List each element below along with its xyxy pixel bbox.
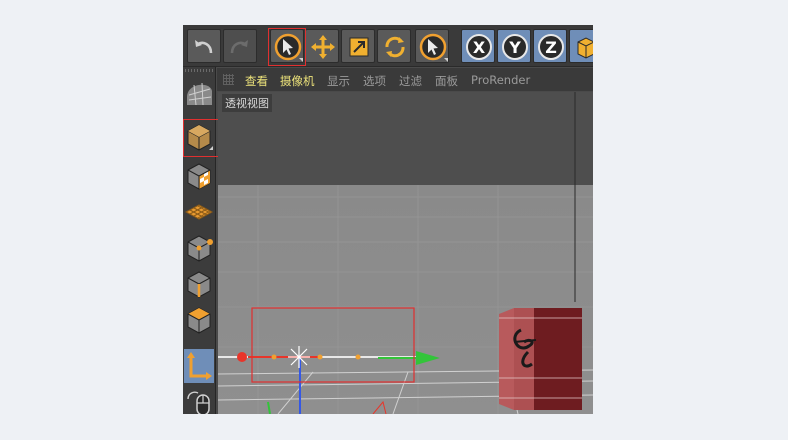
polygons-cube-icon (187, 307, 211, 334)
checker-cube-icon (187, 163, 211, 190)
red-handle[interactable] (237, 352, 247, 362)
wine-cabinet-object[interactable] (499, 308, 582, 410)
y-axis-label: Y (508, 38, 521, 57)
viewport-scene (218, 92, 593, 414)
polygons-mode-button[interactable] (184, 303, 214, 337)
spline-point[interactable] (271, 354, 277, 360)
x-axis-icon: X (466, 34, 492, 60)
menu-display[interactable]: 显示 (327, 73, 350, 89)
far-wall (218, 92, 593, 185)
z-axis-icon: Z (538, 34, 564, 60)
perspective-viewport[interactable]: 透视视图 (218, 92, 593, 414)
mesh-sphere-icon (187, 82, 212, 106)
recent-tool-button[interactable] (415, 29, 449, 63)
ground-axis-red (372, 400, 387, 414)
z-axis-label: Z (545, 38, 557, 57)
axis-corner-icon (187, 352, 212, 380)
selection-highlight-frame (268, 28, 306, 66)
viewport-selection-box (251, 307, 415, 383)
menu-prorender[interactable]: ProRender (471, 73, 530, 87)
points-mode-button[interactable] (184, 231, 214, 265)
scale-box-icon (349, 37, 369, 57)
scale-button[interactable] (341, 29, 375, 63)
viewport-menubar: 查看 摄像机 显示 选项 过滤 面板 ProRender (217, 68, 593, 91)
viewport-title: 透视视图 (222, 94, 272, 112)
y-axis-icon: Y (502, 34, 528, 60)
coordinate-cube-icon (577, 37, 593, 59)
x-axis-label: X (473, 38, 486, 57)
workplane-button[interactable] (184, 195, 214, 229)
points-cube-icon (187, 235, 213, 262)
menu-filter[interactable]: 过滤 (399, 73, 422, 89)
light-star-icon[interactable] (288, 346, 310, 368)
redo-button[interactable] (223, 29, 257, 63)
rotate-button[interactable] (377, 29, 411, 63)
cinema4d-window: X Y Z 查看 摄像机 显示 选项 过滤 面板 ProRender 透视视图 (183, 25, 593, 414)
model-mode-highlight-frame (183, 119, 223, 157)
grip-icon[interactable] (223, 74, 234, 85)
spline-point[interactable] (317, 354, 323, 360)
tweak-mode-button[interactable] (184, 385, 214, 414)
grid-plane-icon (184, 204, 214, 220)
menu-panel[interactable]: 面板 (435, 73, 458, 89)
menu-options[interactable]: 选项 (363, 73, 386, 89)
rotate-arrows-icon (385, 36, 405, 58)
edges-mode-button[interactable] (184, 267, 214, 301)
axis-mode-button[interactable] (184, 349, 214, 383)
mouse-icon (187, 391, 210, 414)
move-button[interactable] (305, 29, 339, 63)
z-axis-lock-button[interactable]: Z (533, 29, 567, 63)
y-axis-lock-button[interactable]: Y (497, 29, 531, 63)
sidebar-grip (185, 69, 213, 72)
undo-button[interactable] (187, 29, 221, 63)
move-arrows-icon (311, 35, 335, 59)
green-arrowhead (416, 351, 440, 365)
menu-camera[interactable]: 摄像机 (280, 73, 315, 89)
mesh-texture-button[interactable] (184, 75, 214, 109)
redo-icon (230, 40, 248, 54)
mode-sidebar (183, 67, 223, 414)
menu-view[interactable]: 查看 (245, 73, 268, 89)
ground-axis-green (267, 401, 271, 414)
cursor-icon (419, 33, 448, 62)
coordinate-system-button[interactable] (569, 29, 593, 63)
x-axis-lock-button[interactable]: X (461, 29, 495, 63)
top-toolbar: X Y Z (183, 25, 593, 67)
texture-mode-button[interactable] (184, 159, 214, 193)
undo-icon (195, 40, 213, 54)
edges-cube-icon (187, 271, 211, 298)
spline-point[interactable] (355, 354, 361, 360)
